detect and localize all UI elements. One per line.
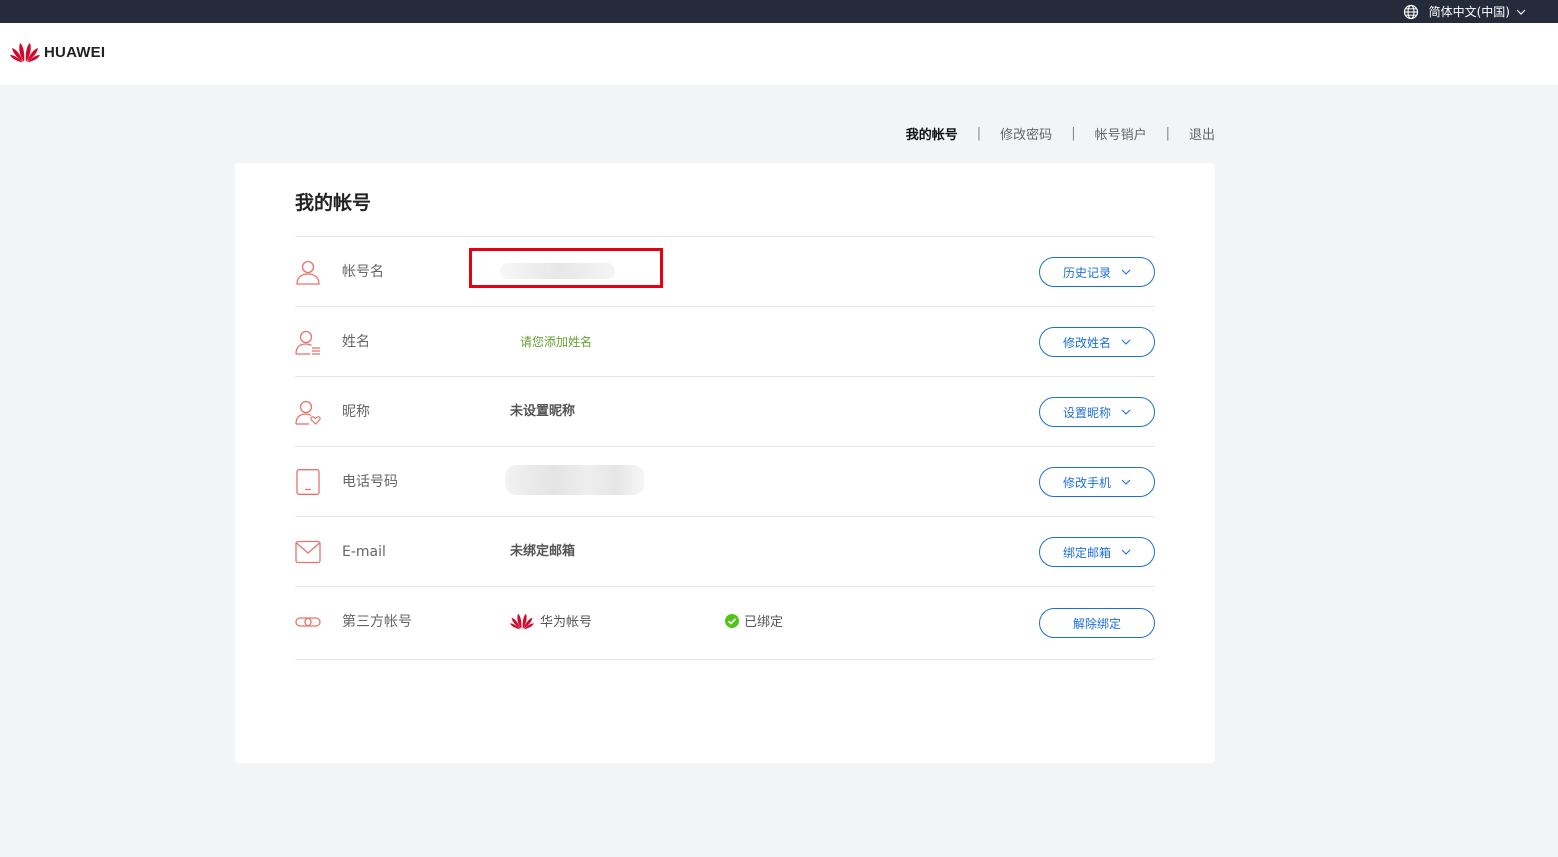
edit-name-button[interactable]: 修改姓名 xyxy=(1039,327,1155,357)
row-nickname: 昵称 未设置昵称 设置昵称 xyxy=(295,377,1155,447)
row-email: E-mail 未绑定邮箱 绑定邮箱 xyxy=(295,517,1155,587)
language-label: 简体中文(中国) xyxy=(1428,5,1510,19)
third-party-label: 第三方帐号 xyxy=(342,614,412,630)
account-nav: 我的帐号 | 修改密码 | 帐号销户 | 退出 xyxy=(906,124,1215,143)
account-info-list: 帐号名 历史记录 姓名 请您添加姓名 修改姓名 昵称 未设置昵称 设置昵称 电话… xyxy=(295,236,1155,660)
nav-separator: | xyxy=(976,126,982,141)
phone-value-redacted xyxy=(505,465,645,495)
row-phone: 电话号码 修改手机 xyxy=(295,447,1155,517)
link-icon xyxy=(295,617,321,627)
unbind-button-label: 解除绑定 xyxy=(1072,616,1121,631)
huawei-logo-icon xyxy=(510,613,534,629)
set-nickname-button[interactable]: 设置昵称 xyxy=(1039,397,1155,427)
chevron-down-icon xyxy=(1121,409,1131,415)
check-circle-icon xyxy=(725,613,739,628)
user-icon xyxy=(296,260,320,285)
row-account-name: 帐号名 历史记录 xyxy=(295,237,1155,307)
edit-phone-button-label: 修改手机 xyxy=(1062,475,1111,490)
user-heart-icon xyxy=(295,400,321,425)
nav-logout[interactable]: 退出 xyxy=(1189,124,1215,143)
nav-my-account[interactable]: 我的帐号 xyxy=(906,124,958,143)
real-name-label: 姓名 xyxy=(342,334,370,350)
highlight-box xyxy=(469,248,663,288)
top-bar: 简体中文(中国) xyxy=(0,0,1558,23)
nickname-value: 未设置昵称 xyxy=(510,404,576,419)
bind-email-button[interactable]: 绑定邮箱 xyxy=(1039,537,1155,567)
huawei-account-label: 华为帐号 xyxy=(540,615,593,630)
history-button[interactable]: 历史记录 xyxy=(1039,257,1155,287)
logo-text: HUAWEI xyxy=(44,43,106,61)
real-name-prompt[interactable]: 请您添加姓名 xyxy=(520,307,592,377)
chevron-down-icon xyxy=(1121,479,1131,485)
language-selector[interactable]: 简体中文(中国) xyxy=(1403,0,1536,23)
phone-label: 电话号码 xyxy=(342,474,398,490)
globe-icon xyxy=(1403,4,1418,19)
huawei-logo[interactable]: HUAWEI xyxy=(10,41,105,63)
chevron-down-icon xyxy=(1121,549,1131,555)
unbind-button[interactable]: 解除绑定 xyxy=(1039,608,1155,638)
edit-name-button-label: 修改姓名 xyxy=(1062,335,1111,350)
account-card: 我的帐号 帐号名 历史记录 姓名 请您添加姓名 修改姓名 昵称 未设置昵称 设置… xyxy=(235,163,1215,763)
page-title: 我的帐号 xyxy=(295,192,372,214)
row-real-name: 姓名 请您添加姓名 修改姓名 xyxy=(295,307,1155,377)
nav-delete-account[interactable]: 帐号销户 xyxy=(1095,124,1147,143)
bind-email-button-label: 绑定邮箱 xyxy=(1062,545,1111,560)
huawei-account: 华为帐号 xyxy=(510,611,592,630)
phone-icon xyxy=(296,469,320,495)
account-name-label: 帐号名 xyxy=(342,264,384,280)
chevron-down-icon xyxy=(1516,9,1526,15)
row-third-party: 第三方帐号 华为帐号 已绑定 解除绑定 xyxy=(295,587,1155,660)
header: HUAWEI xyxy=(0,23,1558,85)
chevron-down-icon xyxy=(1121,269,1131,275)
bound-status-label: 已绑定 xyxy=(744,615,784,630)
history-button-label: 历史记录 xyxy=(1062,265,1111,280)
set-nickname-button-label: 设置昵称 xyxy=(1062,405,1111,420)
bound-status: 已绑定 xyxy=(725,611,783,630)
nickname-label: 昵称 xyxy=(342,404,370,420)
edit-phone-button[interactable]: 修改手机 xyxy=(1039,467,1155,497)
nav-change-password[interactable]: 修改密码 xyxy=(1000,124,1052,143)
huawei-logo-icon xyxy=(10,43,40,63)
nav-separator: | xyxy=(1165,126,1170,141)
email-label: E-mail xyxy=(342,544,386,560)
chevron-down-icon xyxy=(1121,339,1131,345)
mail-icon xyxy=(295,540,321,564)
email-value: 未绑定邮箱 xyxy=(510,544,576,559)
user-list-icon xyxy=(295,330,320,355)
nav-separator: | xyxy=(1071,126,1076,141)
